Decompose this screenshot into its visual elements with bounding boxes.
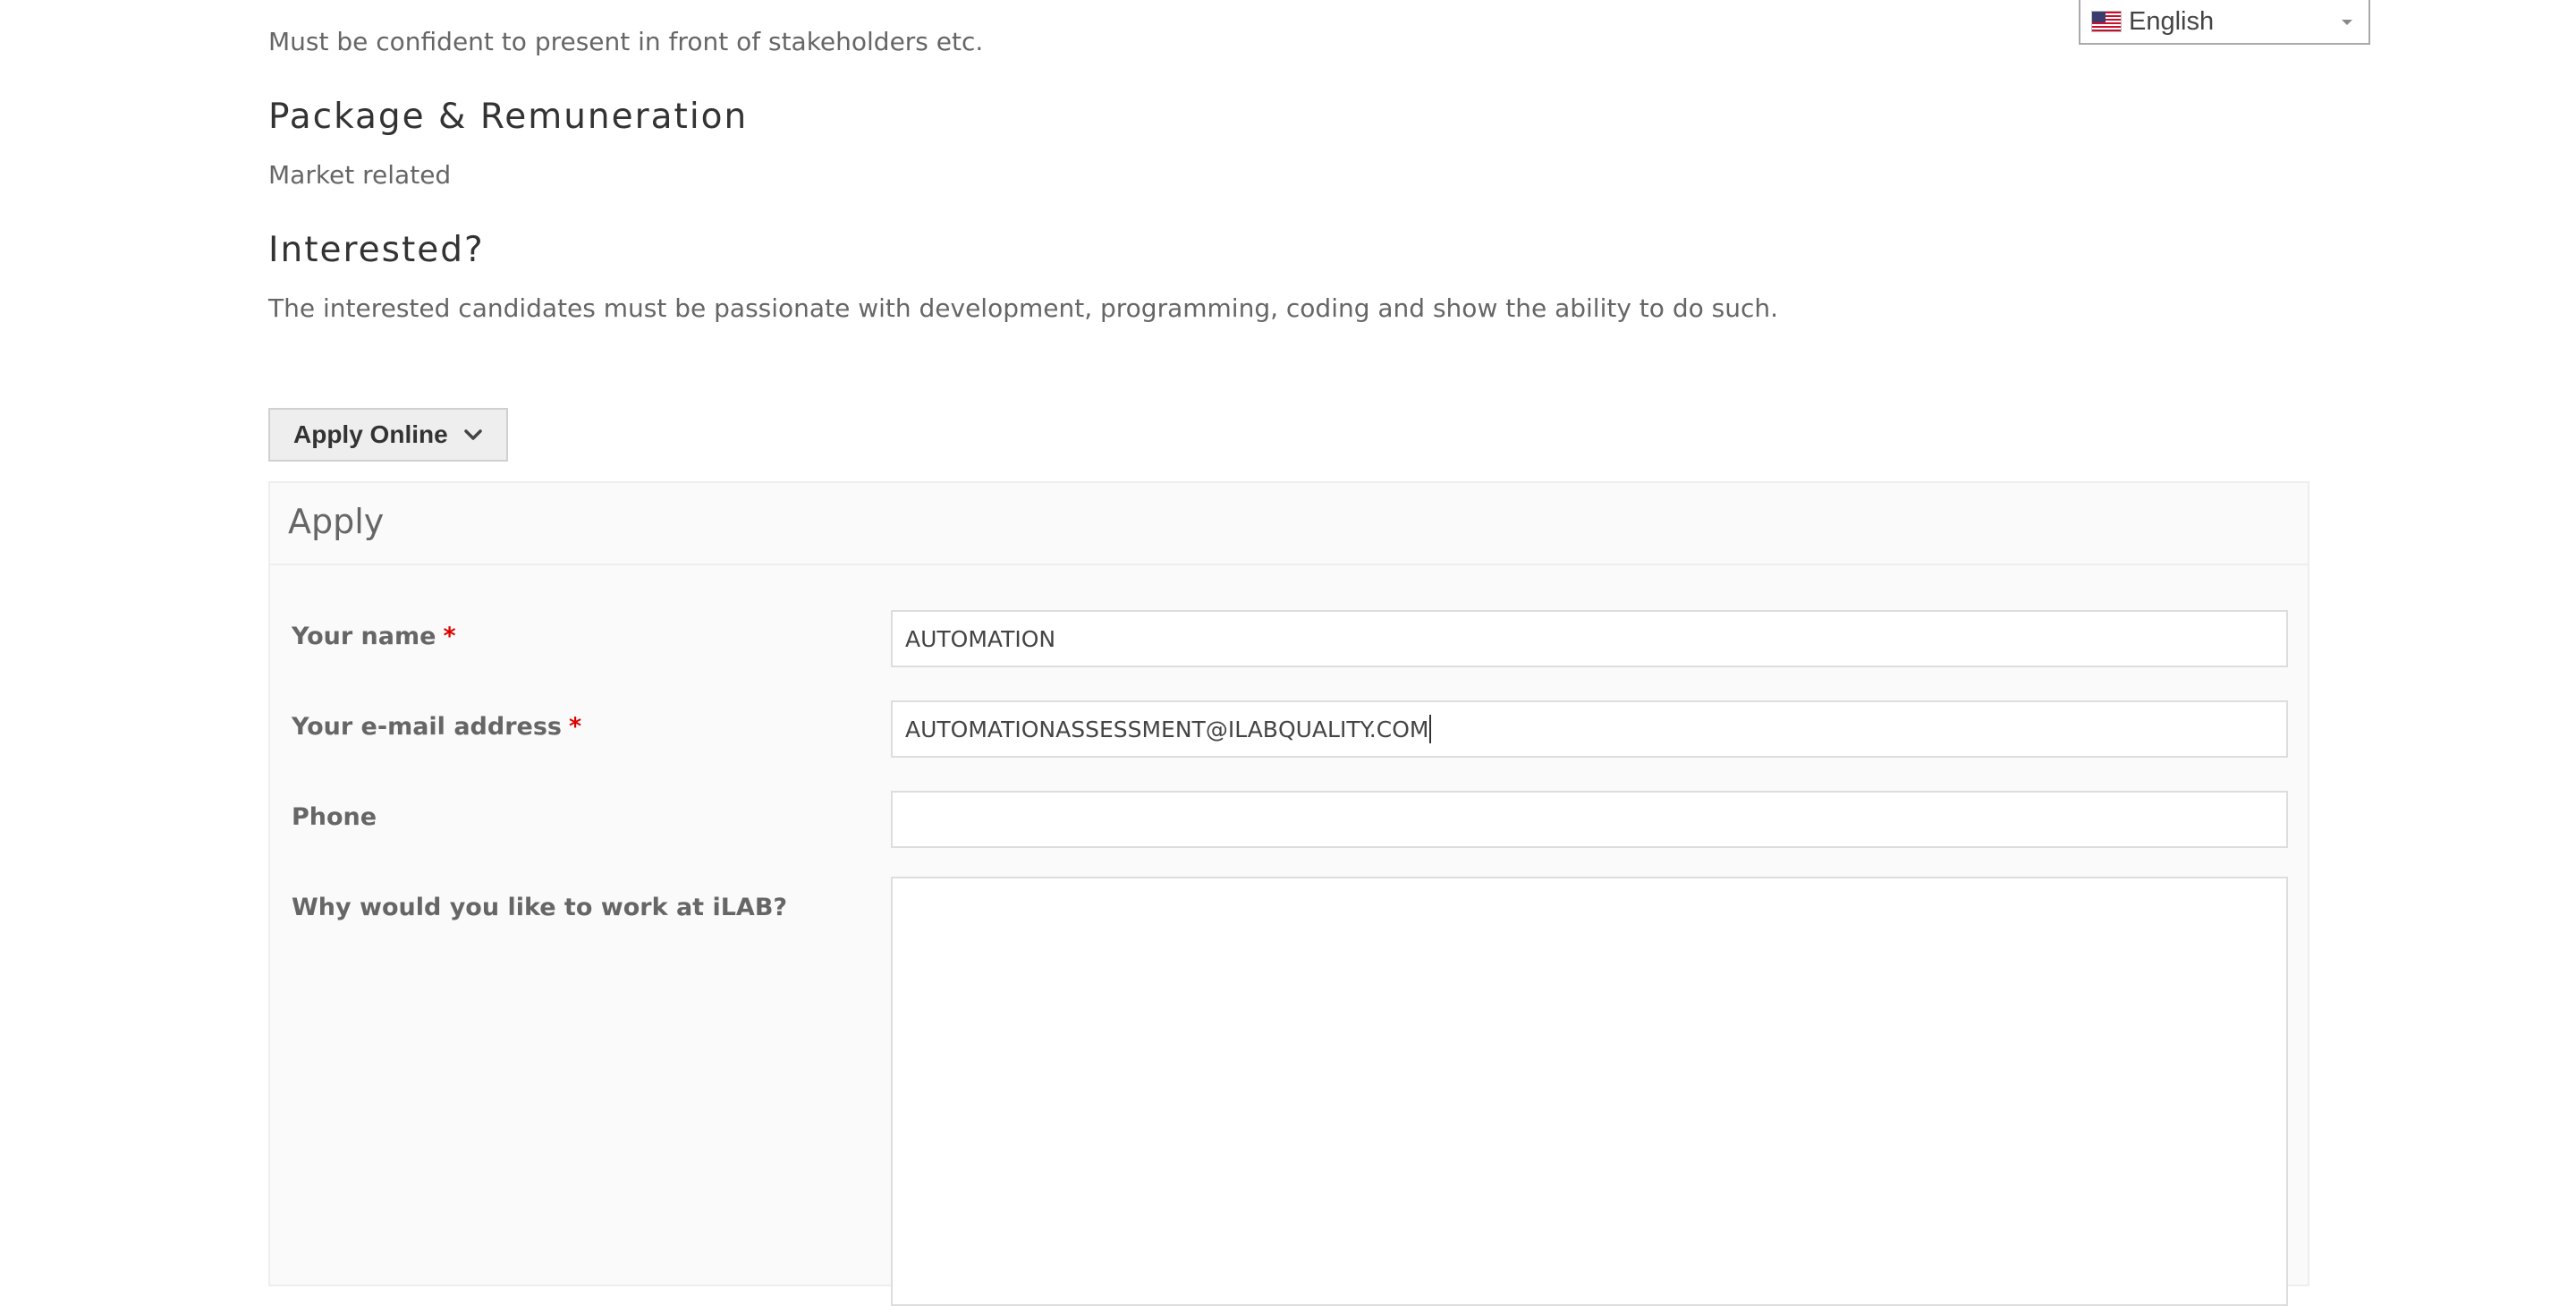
phone-label-text: Phone [292, 803, 377, 831]
why-label-text: Why would you like to work at iLAB? [292, 894, 788, 921]
package-text: Market related [268, 160, 452, 190]
why-label: Why would you like to work at iLAB? [292, 890, 787, 926]
language-select-value: English [2129, 6, 2215, 36]
why-textarea[interactable] [891, 877, 2288, 1306]
apply-online-toggle[interactable]: Apply Online [268, 408, 508, 462]
email-label: Your e-mail address * [292, 709, 581, 745]
name-input[interactable] [891, 610, 2288, 667]
package-heading: Package & Remuneration [268, 97, 749, 137]
apply-form-panel: Apply Your name* Your e-mail address* Ph… [268, 481, 2309, 1306]
apply-form-header: Apply [270, 483, 2308, 565]
name-label: Your name * [292, 619, 456, 655]
apply-online-label: Apply Online [293, 420, 448, 448]
name-label-text: Your name [292, 623, 436, 650]
apply-form-title: Apply [288, 502, 385, 541]
required-marker: * [568, 713, 582, 741]
email-label-text: Your e-mail address [292, 713, 562, 741]
dropdown-arrow-icon [2342, 20, 2352, 25]
presentation-requirement-text: Must be confident to present in front of… [268, 27, 984, 56]
required-marker: * [443, 623, 456, 650]
interested-text: The interested candidates must be passio… [268, 293, 1778, 323]
phone-input[interactable] [891, 791, 2288, 848]
email-input[interactable] [891, 700, 2288, 758]
us-flag-icon [2091, 11, 2122, 32]
text-cursor [1429, 715, 1432, 743]
phone-label: Phone [292, 800, 377, 835]
language-select[interactable]: English [2079, 0, 2370, 45]
chevron-down-icon [463, 429, 482, 440]
interested-heading: Interested? [268, 230, 485, 270]
